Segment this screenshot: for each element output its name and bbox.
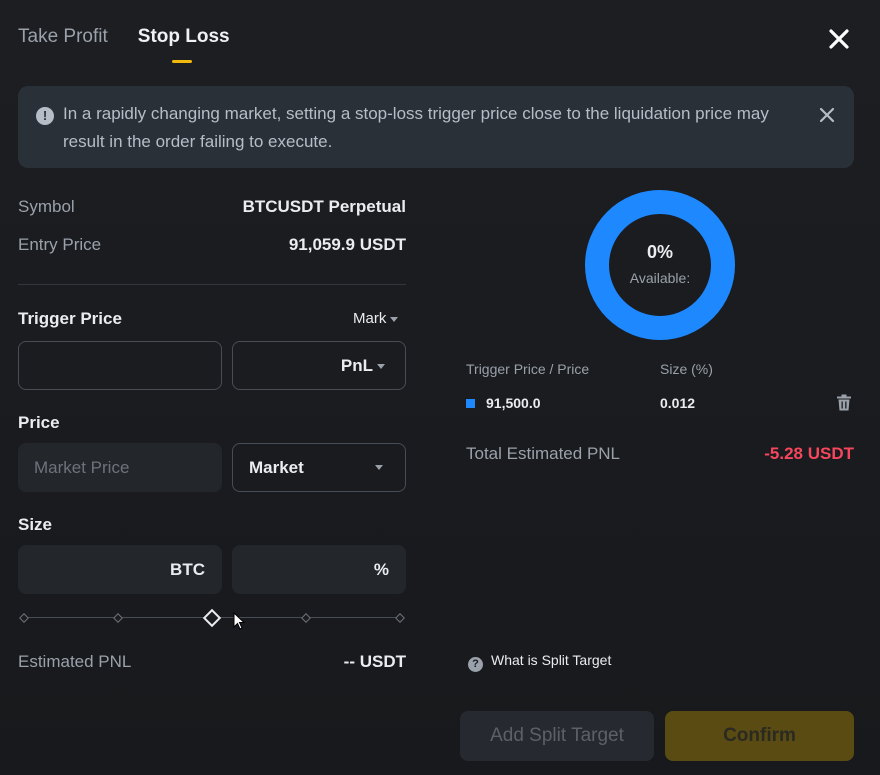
active-tab-indicator <box>171 60 192 63</box>
price-type-value: Market <box>249 457 304 477</box>
donut-ring <box>585 190 735 340</box>
col-trigger-price: Trigger Price / Price <box>466 361 590 377</box>
split-target-help-text: What is Split Target <box>491 652 612 668</box>
chevron-down-icon <box>390 316 399 322</box>
size-percent-label: % <box>373 559 389 579</box>
slider-step-25[interactable] <box>113 613 123 623</box>
size-unit-label: BTC <box>170 559 205 579</box>
size-field[interactable]: BTC <box>18 545 222 594</box>
trigger-type-value: Mark <box>353 310 387 327</box>
slider-step-0[interactable] <box>19 613 29 623</box>
trigger-unit-select[interactable]: PnL <box>232 341 406 390</box>
entry-price-label: Entry Price <box>18 235 102 254</box>
trigger-price-title: Trigger Price <box>18 309 122 328</box>
add-split-target-button[interactable]: Add Split Target <box>460 711 654 761</box>
chevron-down-icon <box>375 465 383 470</box>
banner-close-icon[interactable] <box>818 106 836 124</box>
chevron-down-icon <box>377 363 385 369</box>
tab-stop-loss-label: Stop Loss <box>137 26 230 47</box>
estimated-pnl-label: Estimated PNL <box>18 652 132 671</box>
col-size: Size (%) <box>660 361 713 377</box>
trigger-unit-value-wrap: PnL <box>341 356 385 376</box>
trigger-type-select[interactable]: Mark <box>353 310 399 327</box>
alert-icon: ! <box>36 107 54 125</box>
tab-stop-loss[interactable]: Stop Loss <box>137 26 230 63</box>
total-estimated-pnl-value: -5.28 USDT <box>764 444 854 463</box>
slider-step-100[interactable] <box>395 613 405 623</box>
availability-donut-chart <box>585 190 735 340</box>
close-icon[interactable] <box>826 26 852 52</box>
trigger-unit-value: PnL <box>340 355 373 375</box>
warning-text: In a rapidly changing market, setting a … <box>63 104 769 151</box>
price-field[interactable] <box>18 443 222 492</box>
split-target-help-link[interactable]: ? What is Split Target <box>468 652 611 672</box>
trigger-price-input[interactable] <box>19 342 221 389</box>
price-title: Price <box>18 413 60 432</box>
trigger-price-field[interactable] <box>18 341 222 390</box>
price-input[interactable] <box>19 444 221 491</box>
available-percent: 0% <box>646 242 673 262</box>
trash-icon[interactable] <box>836 394 852 411</box>
symbol-value: BTCUSDT Perpetual <box>242 197 406 216</box>
tab-take-profit-label: Take Profit <box>18 26 108 47</box>
slider-step-75[interactable] <box>301 613 311 623</box>
price-type-select[interactable]: Market <box>232 443 406 492</box>
entry-price-value: 91,059.9 USDT <box>288 235 406 254</box>
total-estimated-pnl-label: Total Estimated PNL <box>466 444 621 463</box>
target-price: 91,500.0 <box>486 395 541 411</box>
size-title: Size <box>18 515 53 534</box>
divider <box>18 284 406 285</box>
stop-loss-modal: Take Profit Stop Loss ! In a rapidly cha… <box>0 0 880 775</box>
available-label: Available: <box>629 270 691 286</box>
question-icon: ? <box>468 657 483 672</box>
estimated-pnl-value: -- USDT <box>343 652 406 671</box>
symbol-label: Symbol <box>18 197 75 216</box>
size-slider-thumb[interactable] <box>202 608 222 628</box>
target-color-marker <box>466 399 475 408</box>
tab-take-profit[interactable]: Take Profit <box>18 26 108 48</box>
target-size: 0.012 <box>660 395 696 411</box>
confirm-button[interactable]: Confirm <box>665 711 854 761</box>
tab-bar: Take Profit Stop Loss <box>18 26 230 63</box>
mouse-cursor-icon <box>233 612 246 630</box>
warning-banner: ! In a rapidly changing market, setting … <box>18 86 854 168</box>
size-percent-field[interactable]: % <box>232 545 406 594</box>
